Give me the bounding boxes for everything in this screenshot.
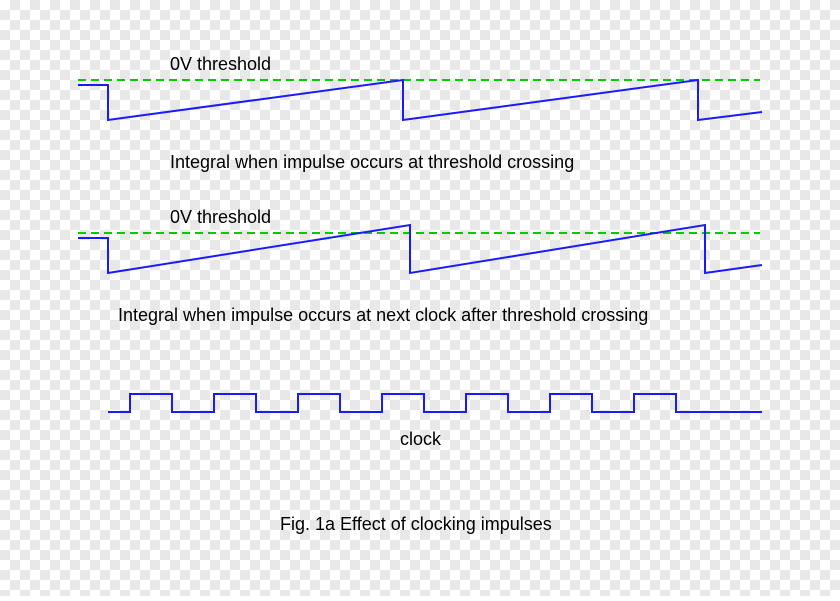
clock-label: clock: [400, 429, 442, 449]
caption-2: Integral when impulse occurs at next clo…: [118, 305, 648, 325]
threshold-label-2: 0V threshold: [170, 207, 271, 227]
sawtooth-signal-1: [78, 80, 762, 120]
threshold-label-1: 0V threshold: [170, 54, 271, 74]
figure-caption: Fig. 1a Effect of clocking impulses: [280, 514, 552, 534]
caption-1: Integral when impulse occurs at threshol…: [170, 152, 574, 172]
clock-signal: [108, 394, 762, 412]
